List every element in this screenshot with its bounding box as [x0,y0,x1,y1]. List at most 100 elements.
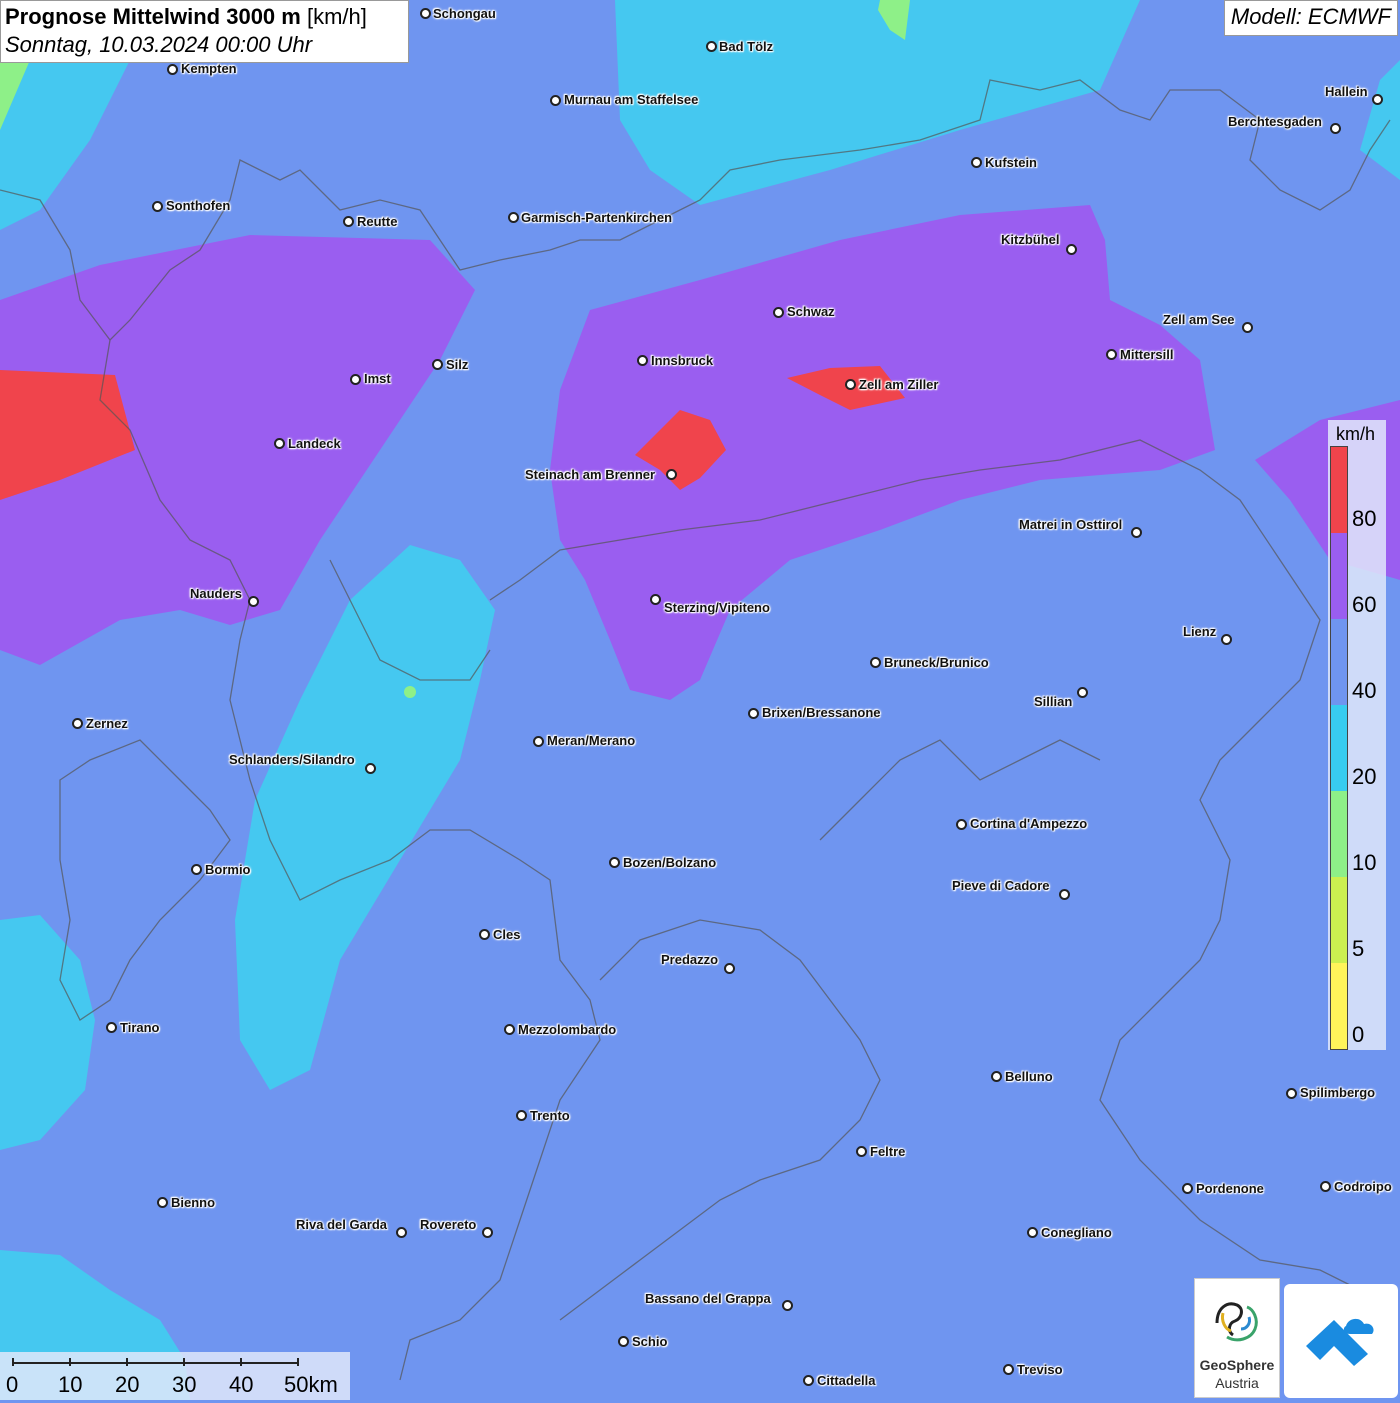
scale-label: 30 [172,1372,197,1397]
city-dot [856,1146,867,1157]
city-label: Landeck [288,436,341,451]
geosphere-logo[interactable]: GeoSphere Austria [1194,1278,1280,1398]
city-label: Bienno [171,1195,216,1210]
city-label: Bassano del Grappa [645,1291,771,1306]
city-label: Bad Tölz [719,39,774,54]
city-label: Schlanders/Silandro [229,752,355,767]
city-dot [1077,687,1088,698]
scale-label: 0 [6,1372,19,1397]
city-dot [343,216,354,227]
scale-tickmark [297,1358,299,1366]
city-dot [650,594,661,605]
city-dot [365,763,376,774]
model-label: Modell: ECMWF [1223,0,1398,36]
city-label: Treviso [1017,1362,1063,1377]
city-label: Sonthofen [166,198,231,213]
city-label: Nauders [190,586,243,601]
geosphere-country: Austria [1215,1375,1259,1391]
city-dot [1320,1181,1331,1192]
city-dot [508,212,519,223]
city-dot [479,929,490,940]
geosphere-name: GeoSphere [1199,1357,1275,1373]
city-dot [482,1227,493,1238]
legend-tick: 0 [1352,1022,1365,1047]
city-label: Riva del Garda [296,1217,388,1232]
city-label: Zell am Ziller [859,377,939,392]
city-label: Rovereto [420,1217,477,1232]
city-label: Codroipo [1334,1179,1392,1194]
city-label: Pordenone [1196,1181,1264,1196]
legend-tick: 60 [1352,592,1377,617]
city-dot [1059,889,1070,900]
city-label: Steinach am Brenner [525,467,656,482]
city-dot [533,736,544,747]
map-subtitle: Sonntag, 10.03.2024 00:00 Uhr [5,32,313,57]
city-label: Murnau am Staffelsee [564,92,699,107]
city-label: Belluno [1005,1069,1053,1084]
city-dot [432,359,443,370]
legend-swatch-0 [1331,963,1347,1049]
scale-bar: 0 10 20 30 40 50km [0,1352,350,1400]
city-label: Bormio [205,862,251,877]
geosphere-emblem-icon [1215,1302,1258,1342]
legend-swatch-5 [1331,877,1347,963]
city-dot [167,64,178,75]
mountain-cloud-icon [1306,1318,1374,1366]
city-dot [1131,527,1142,538]
city-dot [350,374,361,385]
legend-swatch-60 [1331,533,1347,619]
city-dot [396,1227,407,1238]
legend-swatch-40 [1331,619,1347,705]
city-dot [870,657,881,668]
city-label: Sterzing/Vipiteno [664,600,770,615]
app-logo[interactable] [1284,1284,1398,1398]
city-label: Bruneck/Brunico [884,655,989,670]
city-label: Feltre [870,1144,906,1159]
city-dot [618,1336,629,1347]
city-label: Cittadella [817,1373,876,1388]
legend-tick: 10 [1352,850,1377,875]
legend-unit: km/h [1336,424,1376,444]
scale-label: 20 [115,1372,140,1397]
city-dot [157,1197,168,1208]
city-label: Schio [632,1334,668,1349]
legend-tick: 5 [1352,936,1365,961]
city-dot [106,1022,117,1033]
city-dot [274,438,285,449]
city-label: Innsbruck [651,353,714,368]
city-label: Mittersill [1120,347,1174,362]
city-dot [72,718,83,729]
city-label: Conegliano [1041,1225,1112,1240]
map-title-bold: Prognose Mittelwind 3000 m [5,4,301,29]
city-label: Mezzolombardo [518,1022,617,1037]
city-label: Silz [446,357,469,372]
scale-tickmark [12,1358,14,1366]
city-label: Kempten [181,61,237,76]
city-label: Spilimbergo [1300,1085,1376,1100]
city-label: Hallein [1325,84,1368,99]
city-dot [845,379,856,390]
legend-tick: 20 [1352,764,1377,789]
city-dot [1066,244,1077,255]
city-dot [1027,1227,1038,1238]
city-label: Cles [493,927,521,942]
zone-10-spot [404,686,416,698]
city-label: Reutte [357,214,398,229]
city-dot [1372,94,1383,105]
city-label: Schongau [433,6,496,21]
city-dot [516,1110,527,1121]
city-dot [748,708,759,719]
city-dot [1330,123,1341,134]
city-dot [248,596,259,607]
city-dot [1106,349,1117,360]
scale-tickmark [126,1358,128,1366]
city-dot [666,469,677,480]
scale-line [12,1362,298,1364]
city-label: Sillian [1034,694,1073,709]
legend-swatch-10 [1331,791,1347,877]
city-dot [1182,1183,1193,1194]
city-label: Schwaz [787,304,835,319]
city-dot [550,95,561,106]
scale-tickmark [69,1358,71,1366]
city-label: Zernez [86,716,128,731]
